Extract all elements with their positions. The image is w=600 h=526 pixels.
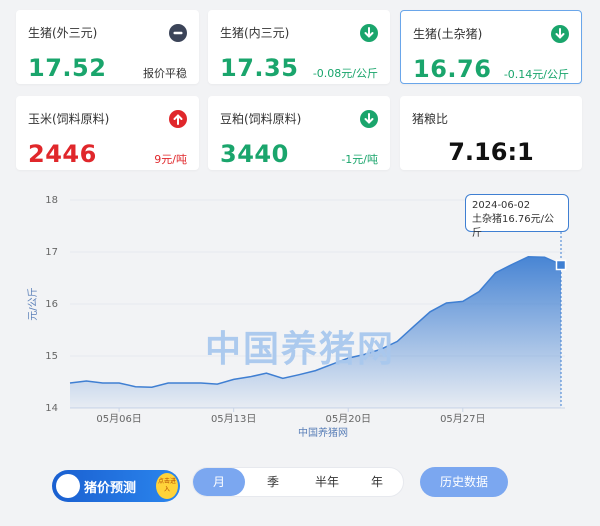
card-label: 生猪(土杂猪) xyxy=(413,27,483,41)
x-tick-label: 05月13日 xyxy=(211,413,256,425)
card-change: -0.08元/公斤 xyxy=(312,67,378,80)
x-tick-label: 05月06日 xyxy=(96,413,141,425)
y-axis-label: 元/公斤 xyxy=(27,287,39,320)
up-arrow-circle-icon xyxy=(169,110,187,128)
y-tick-label: 16 xyxy=(45,299,58,310)
card-value: 7.16:1 xyxy=(448,138,534,166)
card-change: -0.14元/公斤 xyxy=(503,68,569,81)
watermark: 中国养猪网 xyxy=(205,329,396,370)
card-change: 9元/吨 xyxy=(154,153,187,166)
y-axis-ticks: 14 15 16 17 18 xyxy=(45,195,58,414)
card-label: 生猪(外三元) xyxy=(28,26,98,40)
card-value: 16.76 xyxy=(413,55,492,83)
card-dou-po[interactable]: 豆粕(饲料原料) 3440 -1元/吨 xyxy=(208,96,390,170)
card-yu-mi[interactable]: 玉米(饲料原料) 2446 9元/吨 xyxy=(16,96,199,170)
card-label: 猪粮比 xyxy=(412,112,449,126)
tab-year[interactable]: 年 xyxy=(351,468,403,496)
tab-half-year[interactable]: 半年 xyxy=(301,468,353,496)
enter-badge: 点击进入 xyxy=(156,473,178,499)
card-change: 报价平稳 xyxy=(143,67,187,80)
price-forecast-button[interactable]: 猪价预测 点击进入 xyxy=(52,470,180,502)
card-zhu-liang-bi[interactable]: 猪粮比 7.16:1 xyxy=(400,96,582,170)
tab-month[interactable]: 月 xyxy=(193,468,245,496)
minus-circle-icon xyxy=(169,24,187,42)
y-tick-label: 18 xyxy=(45,195,58,206)
period-selector: 月 季 半年 年 xyxy=(192,467,404,497)
card-label: 豆粕(饲料原料) xyxy=(220,112,302,126)
card-wai-san-yuan[interactable]: 生猪(外三元) 17.52 报价平稳 xyxy=(16,10,199,84)
card-label: 生猪(内三元) xyxy=(220,26,290,40)
hover-point xyxy=(555,259,567,271)
card-value: 17.52 xyxy=(28,54,107,82)
down-arrow-circle-icon xyxy=(360,24,378,42)
y-tick-label: 14 xyxy=(45,403,58,414)
card-value: 3440 xyxy=(220,140,289,168)
forecast-label: 猪价预测 xyxy=(84,481,137,496)
cloud-icon xyxy=(56,474,80,498)
y-tick-label: 15 xyxy=(45,351,58,362)
card-tu-za-zhu[interactable]: 生猪(土杂猪) 16.76 -0.14元/公斤 xyxy=(400,10,582,84)
x-tick-label: 05月27日 xyxy=(440,413,485,425)
card-label: 玉米(饲料原料) xyxy=(28,112,110,126)
down-arrow-circle-icon xyxy=(360,110,378,128)
tooltip-date: 2024-06-02 xyxy=(472,200,531,211)
bottom-bar: 猪价预测 点击进入 月 季 半年 年 历史数据 xyxy=(0,460,600,508)
card-value: 17.35 xyxy=(220,54,299,82)
down-arrow-circle-icon xyxy=(551,25,569,43)
x-axis-label: 中国养猪网 xyxy=(298,426,348,439)
chart-tooltip: 2024-06-02 土杂猪16.76元/公斤 xyxy=(465,194,569,239)
history-data-button[interactable]: 历史数据 xyxy=(420,467,508,497)
tab-quarter[interactable]: 季 xyxy=(247,468,299,496)
card-nei-san-yuan[interactable]: 生猪(内三元) 17.35 -0.08元/公斤 xyxy=(208,10,390,84)
card-change: -1元/吨 xyxy=(341,153,378,166)
x-axis-ticks: 05月06日 05月13日 05月20日 05月27日 xyxy=(96,408,486,425)
tooltip-value: 土杂猪16.76元/公斤 xyxy=(472,214,554,239)
y-tick-label: 17 xyxy=(45,247,58,258)
x-tick-label: 05月20日 xyxy=(326,413,371,425)
card-value: 2446 xyxy=(28,140,97,168)
